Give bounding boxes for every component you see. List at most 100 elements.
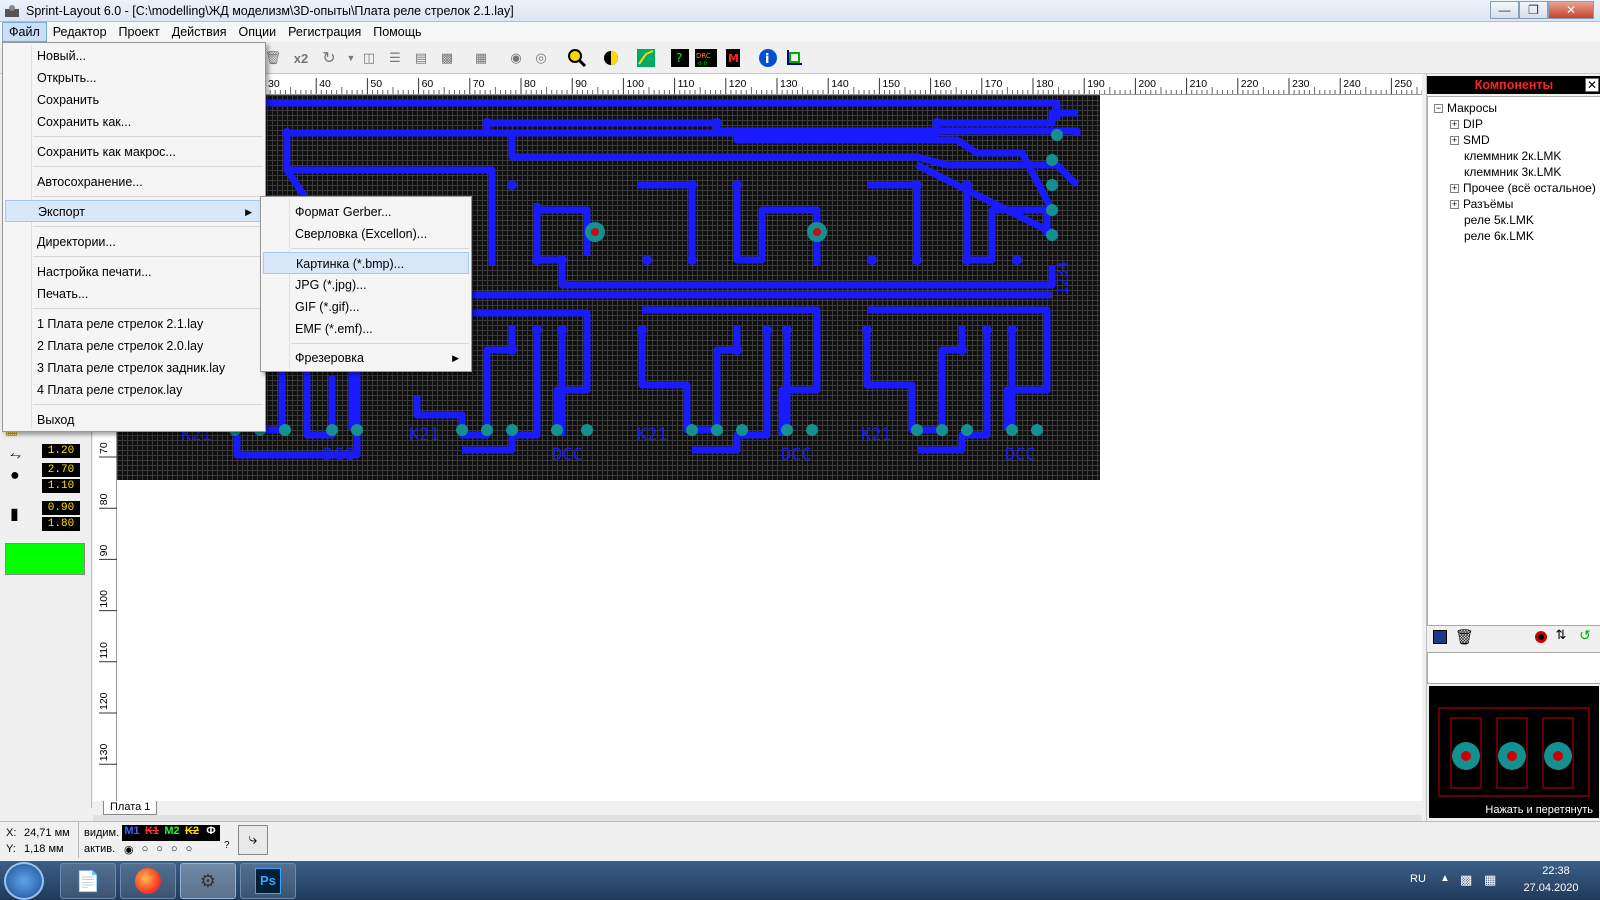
tree-item-macros[interactable]: − Макросы: [1434, 101, 1497, 115]
menu-item-recent-2[interactable]: 2 Плата реле стрелок 2.0.lay: [5, 335, 263, 357]
menu-item-export[interactable]: Экспорт ▶: [5, 200, 263, 222]
rotate-icon[interactable]: ↻: [318, 47, 340, 69]
tree-item-relay-5[interactable]: реле 5к.LMK: [1464, 213, 1534, 227]
layer-m1-toggle[interactable]: M1: [122, 825, 142, 841]
taskbar-firefox-icon[interactable]: [120, 863, 176, 899]
zoom-icon[interactable]: [566, 47, 588, 69]
layer-k2-toggle[interactable]: K2: [182, 825, 202, 841]
menu-item-recent-4[interactable]: 4 Плата реле стрелок.lay: [5, 379, 263, 401]
menu-edit[interactable]: Редактор: [47, 23, 113, 41]
menu-item-print-setup[interactable]: Настройка печати...: [5, 261, 263, 283]
tray-device-icon[interactable]: ▩: [1460, 872, 1472, 888]
radio-k1[interactable]: ○: [142, 843, 149, 856]
menu-item-exit[interactable]: Выход: [5, 409, 263, 431]
menu-item-open[interactable]: Открыть...: [5, 67, 263, 89]
export-item-gerber[interactable]: Формат Gerber...: [263, 201, 469, 223]
menu-item-save[interactable]: Сохранить: [5, 89, 263, 111]
tree-item-other[interactable]: + Прочее (всё остальное): [1450, 181, 1596, 195]
layer-m2-toggle[interactable]: M2: [162, 825, 182, 841]
macro-preview[interactable]: Нажать и перетянуть: [1429, 686, 1599, 818]
expand-icon[interactable]: +: [1450, 183, 1459, 193]
layer-k1-toggle[interactable]: K1: [142, 825, 162, 841]
start-button[interactable]: [4, 862, 44, 900]
components-close-icon[interactable]: ✕: [1585, 78, 1599, 92]
delete-macro-icon[interactable]: 🗑: [1455, 628, 1474, 646]
language-indicator[interactable]: RU: [1410, 873, 1426, 885]
mirror-h-icon[interactable]: ◫: [358, 47, 380, 69]
menu-project[interactable]: Проект: [113, 23, 166, 41]
tree-item-relay-6[interactable]: реле 6к.LMK: [1464, 229, 1534, 243]
close-button[interactable]: ✕: [1548, 1, 1594, 19]
radio-k2[interactable]: ○: [171, 843, 178, 856]
active-color-swatch[interactable]: [5, 543, 85, 575]
rotate-macro-icon[interactable]: ↺: [1575, 627, 1595, 647]
menu-file[interactable]: Файл: [2, 22, 47, 42]
menu-help[interactable]: Помощь: [367, 23, 427, 41]
tray-network-icon[interactable]: ▦: [1484, 872, 1496, 888]
menu-item-recent-3[interactable]: 3 Плата реле стрелок задник.lay: [5, 357, 263, 379]
autoroute-icon[interactable]: [635, 47, 657, 69]
smd-width-value[interactable]: 0.90: [42, 501, 80, 515]
menu-item-print[interactable]: Печать...: [5, 283, 263, 305]
mirror-v-icon[interactable]: ☰: [384, 47, 406, 69]
collapse-icon[interactable]: −: [1434, 103, 1443, 113]
save-macro-icon[interactable]: [1433, 630, 1447, 644]
zoom-x2-button[interactable]: x2: [290, 47, 312, 69]
menu-item-save-as[interactable]: Сохранить как...: [5, 111, 263, 133]
expand-icon[interactable]: +: [1450, 119, 1459, 129]
minimize-button[interactable]: —: [1490, 1, 1519, 19]
macro-icon[interactable]: M: [722, 47, 744, 69]
menu-item-autosave[interactable]: Автосохранение...: [5, 171, 263, 193]
menu-item-save-as-macro[interactable]: Сохранить как макрос...: [5, 141, 263, 163]
tab-board-1[interactable]: Плата 1: [103, 801, 158, 815]
pad-outer-value[interactable]: 2.70: [42, 463, 80, 477]
menu-item-new[interactable]: Новый...: [5, 45, 263, 67]
test-icon[interactable]: ?: [669, 47, 691, 69]
help-question[interactable]: ?: [224, 840, 230, 851]
clock-time[interactable]: 22:38: [1526, 865, 1586, 877]
export-item-excellon[interactable]: Сверловка (Excellon)...: [263, 223, 469, 245]
taskbar-notepad-icon[interactable]: 📄: [60, 863, 116, 899]
menu-item-recent-1[interactable]: 1 Плата реле стрелок 2.1.lay: [5, 313, 263, 335]
radio-f[interactable]: ○: [186, 843, 193, 856]
taskbar-sprint-layout-icon[interactable]: ⚙: [180, 863, 236, 899]
smd-height-value[interactable]: 1.80: [42, 517, 80, 531]
track-width-value[interactable]: 1.20: [42, 444, 80, 458]
menu-actions[interactable]: Действия: [166, 23, 233, 41]
clock-date[interactable]: 27.04.2020: [1516, 882, 1586, 894]
mirror-macro-icon[interactable]: ⇅: [1551, 627, 1571, 647]
pad-inner-value[interactable]: 1.10: [42, 479, 80, 493]
align-icon[interactable]: ▤: [410, 47, 432, 69]
menu-options[interactable]: Опции: [233, 23, 283, 41]
maximize-button[interactable]: ❐: [1519, 1, 1548, 19]
taskbar-photoshop-icon[interactable]: Ps: [240, 863, 296, 899]
tree-item-connectors[interactable]: + Разъёмы: [1450, 197, 1513, 211]
unlock-icon[interactable]: ◎: [530, 47, 552, 69]
expand-icon[interactable]: +: [1450, 135, 1459, 145]
radio-m1[interactable]: ◉: [124, 843, 134, 856]
expand-icon[interactable]: +: [1450, 199, 1459, 209]
info-icon[interactable]: i: [757, 47, 779, 69]
tree-item-terminal-2[interactable]: клеммник 2к.LMK: [1464, 149, 1561, 163]
export-item-emf[interactable]: EMF (*.emf)...: [263, 318, 469, 340]
record-icon[interactable]: [1535, 631, 1547, 643]
menu-registration[interactable]: Регистрация: [282, 23, 367, 41]
lock-icon[interactable]: ◉: [505, 47, 527, 69]
menu-item-directories[interactable]: Директории...: [5, 231, 263, 253]
measure-icon[interactable]: [783, 47, 805, 69]
drc-icon[interactable]: DRC o o: [695, 47, 717, 69]
tree-item-terminal-3[interactable]: клеммник 3к.LMK: [1464, 165, 1561, 179]
tray-arrow-icon[interactable]: ▲: [1440, 873, 1450, 884]
group-icon[interactable]: ▩: [436, 47, 458, 69]
tree-item-smd[interactable]: + SMD: [1450, 133, 1490, 147]
export-item-gif[interactable]: GIF (*.gif)...: [263, 296, 469, 318]
tree-item-dip[interactable]: + DIP: [1450, 117, 1483, 131]
route-mode-icon[interactable]: ⤷: [238, 825, 268, 855]
layer-f-toggle[interactable]: Ф: [202, 825, 220, 841]
transparency-icon[interactable]: [600, 47, 622, 69]
radio-m2[interactable]: ○: [156, 843, 163, 856]
ungroup-icon[interactable]: ▦: [470, 47, 492, 69]
export-item-jpg[interactable]: JPG (*.jpg)...: [263, 274, 469, 296]
export-item-bmp[interactable]: Картинка (*.bmp)...: [263, 252, 469, 274]
export-item-milling[interactable]: Фрезеровка ▶: [263, 347, 469, 369]
